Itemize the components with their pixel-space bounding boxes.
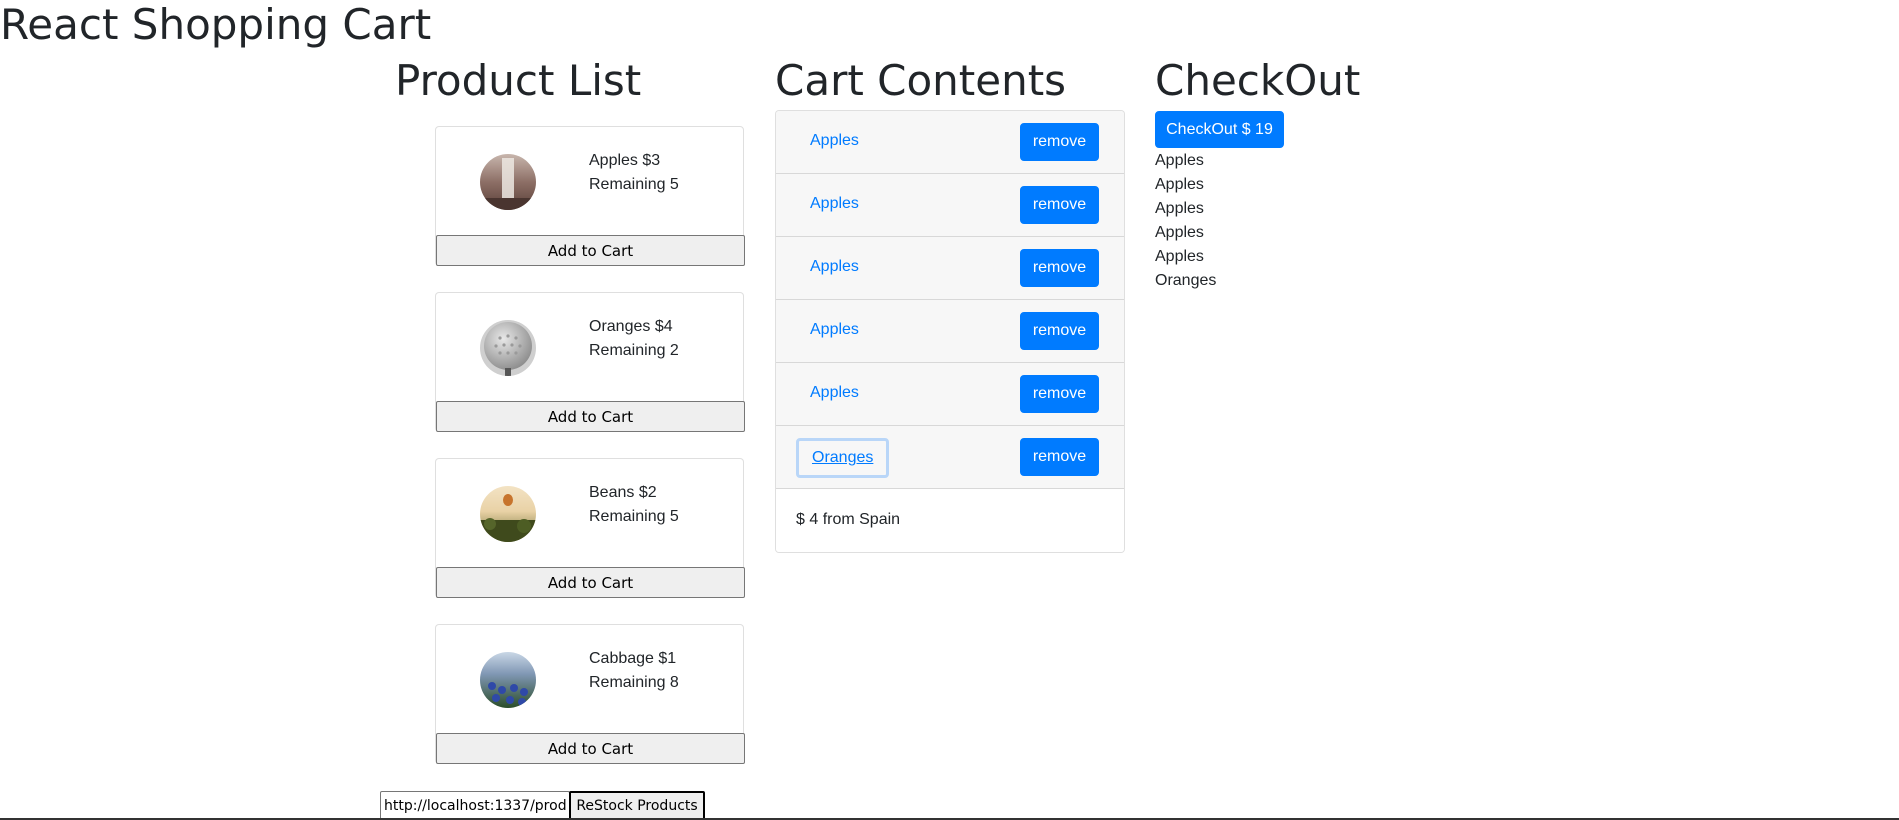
product-name-price: Oranges $4 bbox=[589, 318, 673, 335]
product-remaining: Remaining 5 bbox=[589, 176, 679, 193]
product-card-apples: Apples $3 Remaining 5 Add to Cart bbox=[435, 126, 745, 266]
product-name-price: Apples $3 bbox=[589, 152, 661, 169]
remove-button[interactable]: remove bbox=[1020, 249, 1099, 287]
cart-item: Apples remove bbox=[776, 237, 1124, 300]
product-remaining: Remaining 8 bbox=[589, 674, 679, 691]
remove-button[interactable]: remove bbox=[1020, 123, 1099, 161]
remove-button[interactable]: remove bbox=[1020, 375, 1099, 413]
product-card-beans: Beans $2 Remaining 5 Add to Cart bbox=[435, 458, 745, 598]
cart-item-link[interactable]: Apples bbox=[810, 384, 859, 402]
product-remaining: Remaining 2 bbox=[589, 342, 679, 359]
restock-products-button[interactable]: ReStock Products bbox=[569, 791, 705, 820]
product-list-heading: Product List bbox=[395, 56, 642, 105]
checkout-item: Apples bbox=[1155, 248, 1204, 265]
cart-item-link-focused[interactable]: Oranges bbox=[796, 438, 890, 478]
product-remaining: Remaining 5 bbox=[589, 508, 679, 525]
checkout-heading: CheckOut bbox=[1155, 56, 1361, 105]
checkout-button[interactable]: CheckOut $ 19 bbox=[1155, 111, 1284, 148]
product-image-cabbage bbox=[480, 652, 536, 708]
checkout-item: Apples bbox=[1155, 176, 1204, 193]
product-image-beans bbox=[480, 486, 536, 542]
app-title: React Shopping Cart bbox=[0, 0, 432, 49]
cart-list: Apples remove Apples remove Apples remov… bbox=[775, 110, 1125, 553]
remove-button[interactable]: remove bbox=[1020, 312, 1099, 350]
cart-item: Apples remove bbox=[776, 174, 1124, 237]
restock-url-input[interactable] bbox=[380, 791, 570, 820]
cart-item: Apples remove bbox=[776, 111, 1124, 174]
cart-item-link[interactable]: Apples bbox=[810, 321, 859, 339]
remove-button[interactable]: remove bbox=[1020, 186, 1099, 224]
remove-button[interactable]: remove bbox=[1020, 438, 1099, 476]
cart-item-link[interactable]: Apples bbox=[810, 132, 859, 150]
cart-item-link[interactable]: Apples bbox=[810, 258, 859, 276]
cart-item: Apples remove bbox=[776, 363, 1124, 426]
product-name-price: Cabbage $1 bbox=[589, 650, 677, 667]
product-name-price: Beans $2 bbox=[589, 484, 657, 501]
add-to-cart-button-apples[interactable]: Add to Cart bbox=[436, 235, 745, 266]
checkout-item: Apples bbox=[1155, 200, 1204, 217]
product-card-cabbage: Cabbage $1 Remaining 8 Add to Cart bbox=[435, 624, 745, 764]
cart-contents-heading: Cart Contents bbox=[775, 56, 1067, 105]
cart-item: Apples remove bbox=[776, 300, 1124, 363]
add-to-cart-button-beans[interactable]: Add to Cart bbox=[436, 567, 745, 598]
cart-item: Oranges remove bbox=[776, 426, 1124, 489]
product-image-oranges bbox=[480, 320, 536, 376]
add-to-cart-button-oranges[interactable]: Add to Cart bbox=[436, 401, 745, 432]
cart-item-detail-text: $ 4 from Spain bbox=[796, 511, 901, 528]
cart-item-link[interactable]: Apples bbox=[810, 195, 859, 213]
cart-item-detail: $ 4 from Spain bbox=[776, 489, 1124, 552]
checkout-item: Apples bbox=[1155, 152, 1204, 169]
checkout-item-list: Apples Apples Apples Apples Apples Orang… bbox=[1155, 149, 1216, 293]
product-image-apples bbox=[480, 154, 536, 210]
product-card-oranges: Oranges $4 Remaining 2 Add to Cart bbox=[435, 292, 745, 432]
checkout-item: Oranges bbox=[1155, 272, 1217, 289]
add-to-cart-button-cabbage[interactable]: Add to Cart bbox=[436, 733, 745, 764]
checkout-item: Apples bbox=[1155, 224, 1204, 241]
